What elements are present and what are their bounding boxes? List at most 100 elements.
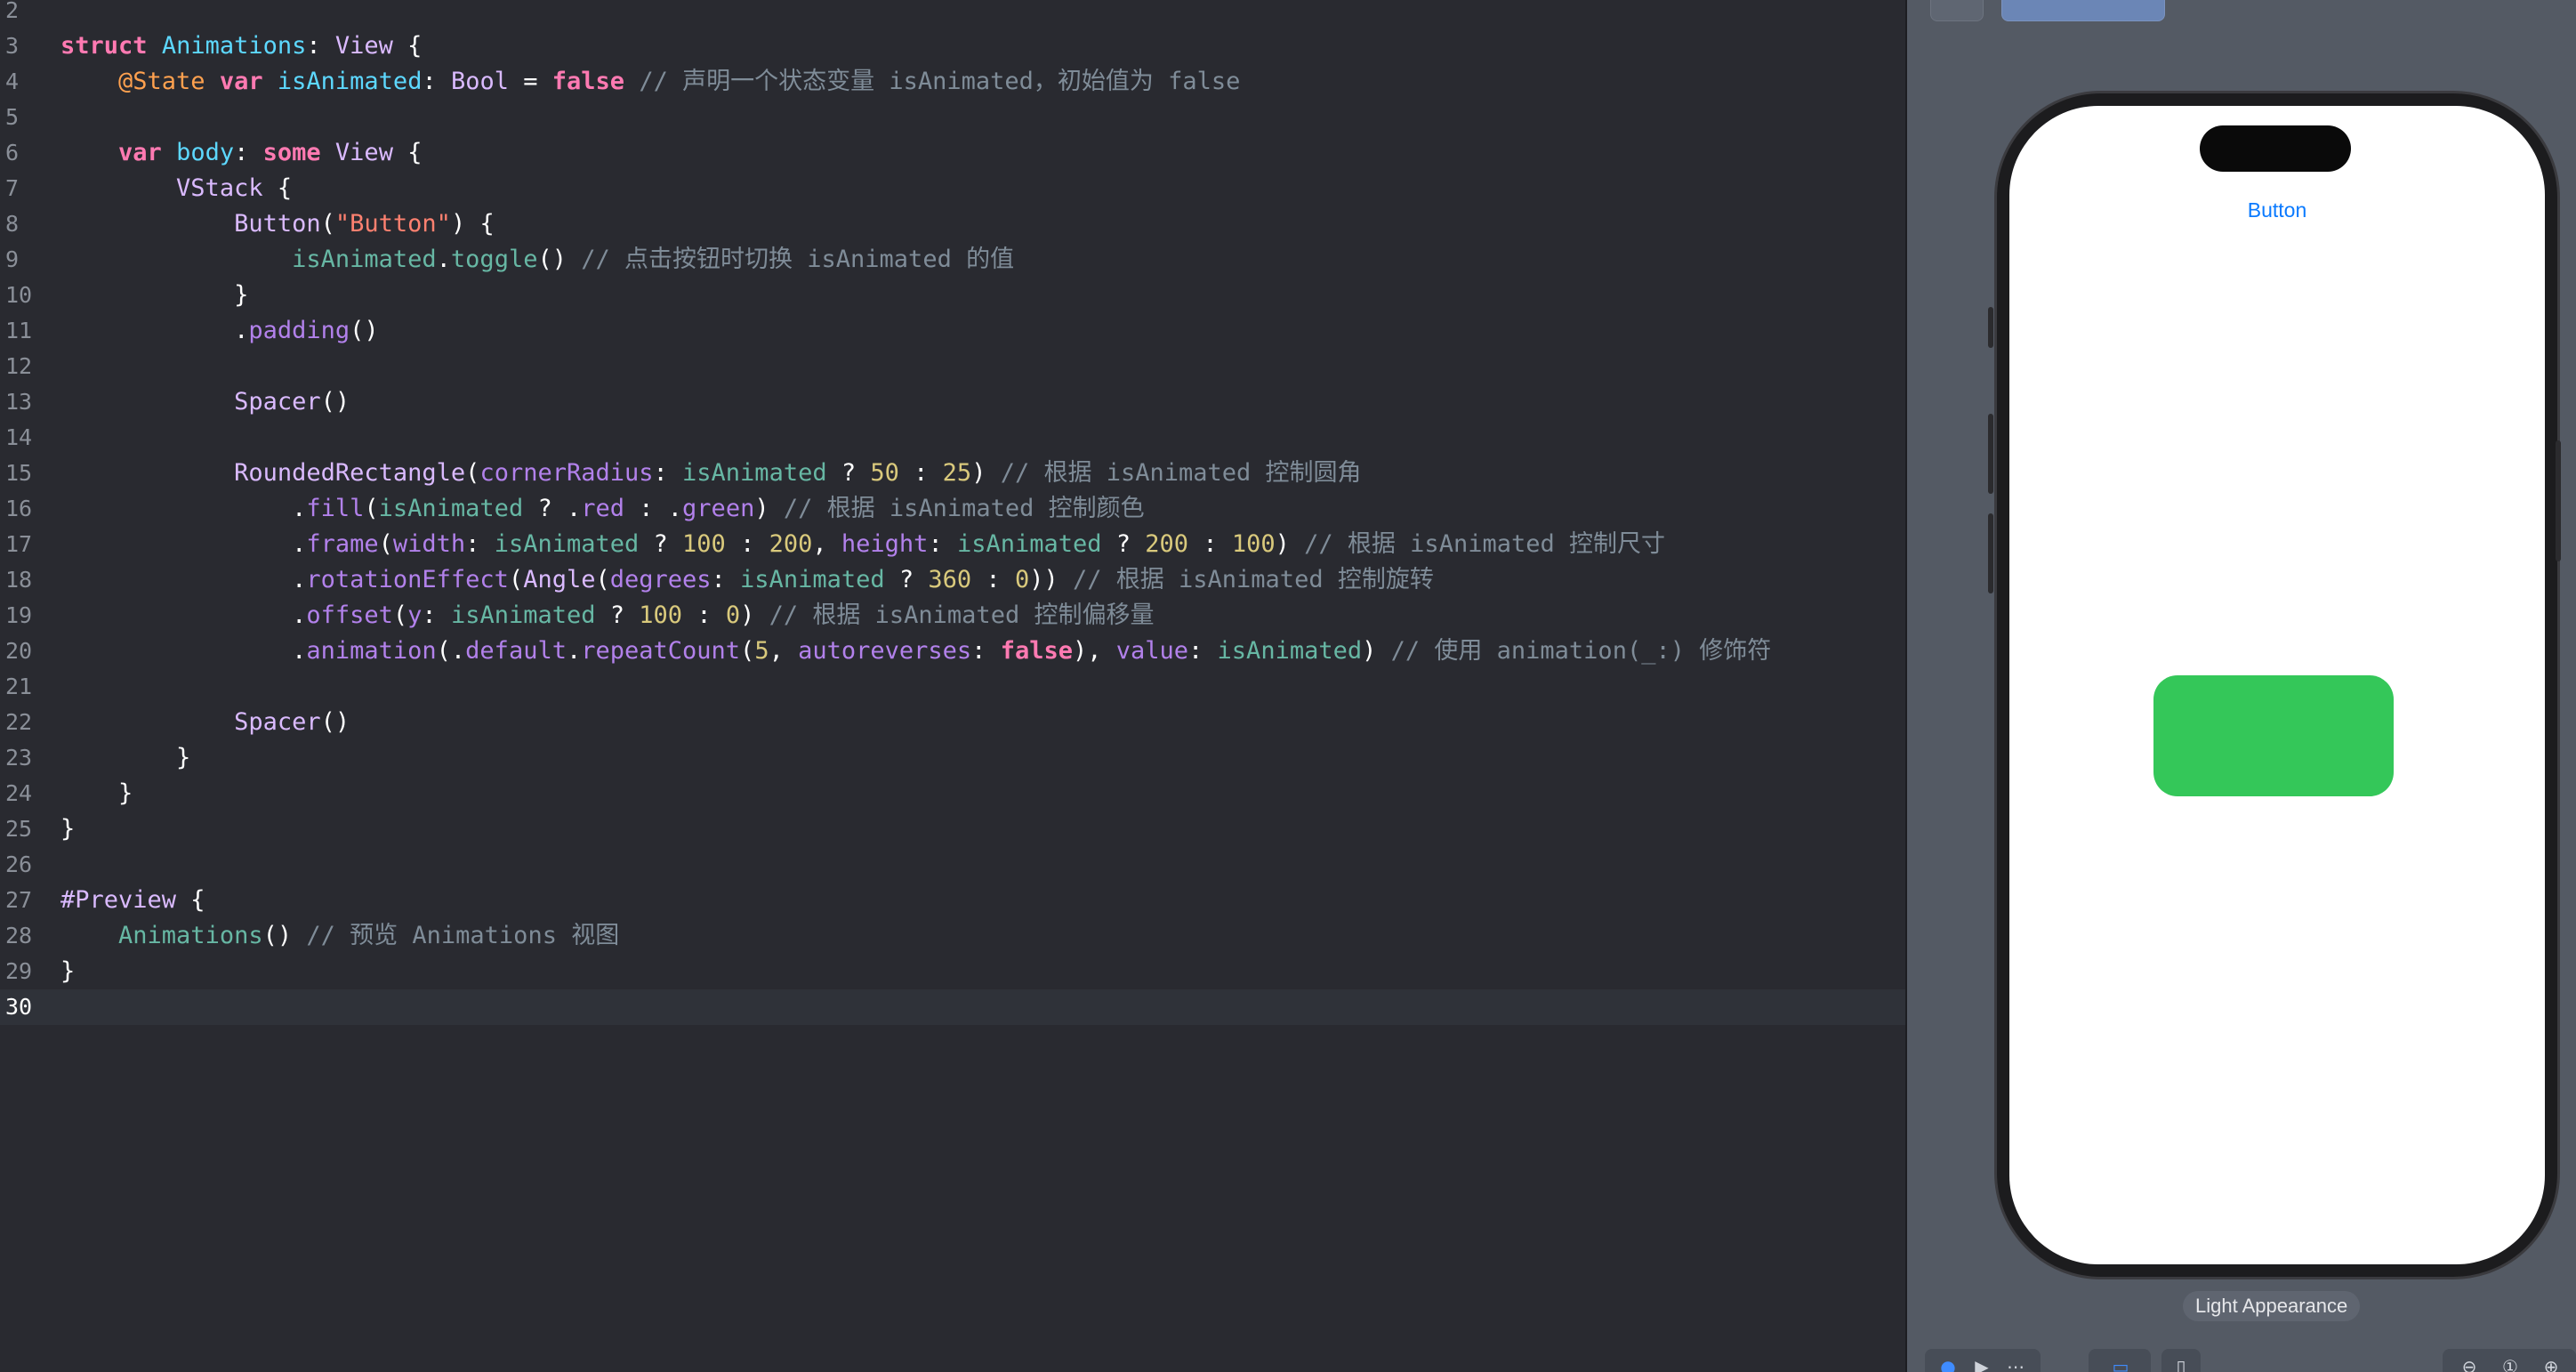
code-token: // 根据 isAnimated 控制旋转 [1073,566,1434,593]
code-line[interactable]: 26 [0,847,1905,883]
line-number: 19 [5,602,33,628]
line-number: 20 [5,638,33,664]
code-token: 5 [754,637,769,665]
code-text: } [60,740,190,776]
code-token: : [971,566,1015,593]
code-line[interactable]: 12 [0,349,1905,384]
code-line[interactable]: 21 [0,669,1905,705]
live-mode-icon[interactable]: ● [1937,1356,1959,1372]
code-line[interactable]: 23 } [0,740,1905,776]
device-frame: Button [1988,91,2561,1279]
code-token: 50 [870,459,899,487]
code-line[interactable]: 16 .fill(isAnimated ? .red : .green) // … [0,491,1905,527]
code-line[interactable]: 22 Spacer() [0,705,1905,740]
preview-button[interactable]: Button [2009,198,2545,222]
code-token: Spacer [234,708,321,736]
code-token: () [320,708,350,736]
code-token: : [725,530,769,558]
code-line[interactable]: 9 isAnimated.toggle() // 点击按钮时切换 isAnima… [0,242,1905,278]
code-token: default [465,637,567,665]
code-token: ? . [523,495,582,522]
code-token: ( [465,459,480,487]
code-token: offset [306,601,393,629]
code-line[interactable]: 28 Animations() // 预览 Animations 视图 [0,918,1905,954]
code-line[interactable]: 8 Button("Button") { [0,206,1905,242]
code-line[interactable]: 17 .frame(width: isAnimated ? 100 : 200,… [0,527,1905,562]
code-line[interactable]: 4 @State var isAnimated: Bool = false //… [0,64,1905,100]
code-token: struct [60,32,148,60]
code-line[interactable]: 15 RoundedRectangle(cornerRadius: isAnim… [0,456,1905,491]
code-token: )) [1029,566,1073,593]
code-token: var [219,68,263,95]
code-line[interactable]: 10 } [0,278,1905,313]
code-line[interactable]: 5 [0,100,1905,135]
code-line[interactable]: 29} [0,954,1905,989]
code-token: 360 [928,566,972,593]
device-screen: Button [2009,106,2545,1264]
device-settings-icon[interactable]: ▭ [2110,1356,2131,1372]
code-editor[interactable]: 2 3 struct Animations: View {4 @State var … [0,0,1905,1372]
line-number: 17 [5,531,33,557]
line-number: 9 [5,246,20,272]
code-line[interactable]: 11 .padding() [0,313,1905,349]
preview-tab-animations[interactable]: + animations [2001,0,2165,21]
zoom-in-icon[interactable]: ⊕ [2540,1356,2562,1372]
appearance-label[interactable]: Light Appearance [2183,1291,2361,1321]
code-line[interactable]: 19 .offset(y: isAnimated ? 100 : 0) // 根… [0,598,1905,634]
code-text: isAnimated.toggle() // 点击按钮时切换 isAnimate… [60,242,1014,278]
line-number: 15 [5,460,33,486]
code-token: ) [740,601,769,629]
code-token: isAnimated [450,601,596,629]
line-number: 18 [5,567,33,593]
code-line[interactable]: 18 .rotationEffect(Angle(degrees: isAnim… [0,562,1905,598]
code-token: toggle [450,246,538,273]
code-token: false [551,68,625,95]
code-token: ) [971,459,1001,487]
code-token: . [60,317,249,344]
code-token: ), [1072,637,1116,665]
code-line[interactable]: 20 .animation(.default.repeatCount(5, au… [0,634,1905,669]
line-number: 24 [5,780,33,806]
preview-canvas: + + animations Button Light Appearance ●… [1907,0,2576,1372]
device-icon[interactable]: ▯ [2170,1356,2192,1372]
code-line[interactable]: 30 [0,989,1905,1025]
play-icon[interactable]: ▶ [1971,1356,1992,1372]
code-token: ( [364,495,379,522]
pin-preview-button[interactable]: + [1930,0,1984,21]
code-token: : [971,637,1001,665]
line-number: 6 [5,140,20,165]
code-token: View [334,139,393,166]
code-line[interactable]: 3 struct Animations: View { [0,28,1905,64]
code-token: ) [754,495,784,522]
code-line[interactable]: 13 Spacer() [0,384,1905,420]
code-token: { [392,32,423,60]
code-token: ( [392,601,408,629]
code-token: ) [1362,637,1391,665]
code-token: isAnimated [277,68,423,95]
code-text: } [60,954,75,989]
code-token: . [60,530,307,558]
code-token: , [769,637,799,665]
code-token: // 声明一个状态变量 isAnimated，初始值为 false [639,68,1241,95]
code-token: ) [1275,530,1305,558]
variants-icon[interactable]: ⋯ [2005,1356,2026,1372]
code-token: var [118,139,162,166]
code-line[interactable]: 2 [0,0,1905,28]
code-token: isAnimated [292,246,437,273]
code-token: height [841,530,929,558]
zoom-out-icon[interactable]: ⊖ [2459,1356,2480,1372]
code-line[interactable]: 24 } [0,776,1905,811]
code-line[interactable]: 6 var body: some View { [0,135,1905,171]
line-number: 16 [5,496,33,521]
code-line[interactable]: 27 #Preview { [0,883,1905,918]
zoom-actual-icon[interactable]: ① [2500,1356,2521,1372]
code-line[interactable]: 25} [0,811,1905,847]
code-text: .padding() [60,313,379,349]
code-token: : [928,530,957,558]
volume-down-button [1988,513,1993,593]
code-line[interactable]: 14 [0,420,1905,456]
code-line[interactable]: 7 VStack { [0,171,1905,206]
